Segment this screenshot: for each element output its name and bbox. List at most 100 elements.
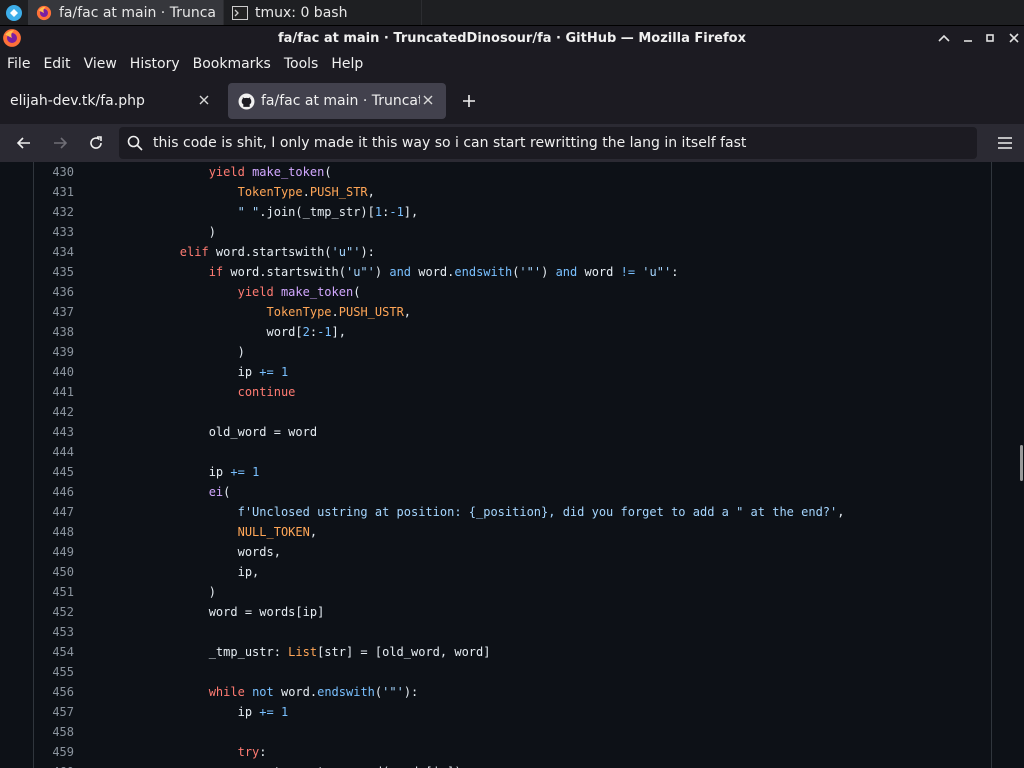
code-line: 433 ) [34,222,991,242]
line-number[interactable]: 439 [34,342,74,362]
window-shade-button[interactable] [932,26,956,50]
code-token: make_token [280,285,354,299]
menu-history[interactable]: History [130,56,187,72]
tab-label: elijah-dev.tk/fa.php [10,93,145,109]
line-number[interactable]: 433 [34,222,74,242]
code-token: 1 [252,465,260,479]
code-token: : [309,325,318,339]
line-number[interactable]: 454 [34,642,74,662]
code-token: , [403,305,412,319]
code-token: word.startswith( [208,245,332,259]
arrow-right-icon [54,137,68,149]
line-number[interactable]: 457 [34,702,74,722]
menu-edit[interactable]: Edit [43,56,77,72]
line-source: while not word.endswith('"'): [122,682,419,702]
taskbar-task-firefox[interactable]: fa/fac at main · Truncat... [28,0,224,25]
line-number[interactable]: 447 [34,502,74,522]
line-number[interactable]: 448 [34,522,74,542]
maximize-button[interactable] [978,26,1002,50]
address-bar[interactable] [119,127,977,159]
line-number[interactable]: 436 [34,282,74,302]
app-menu-button[interactable] [998,134,1012,149]
code-token: " " [237,205,260,219]
minimize-button[interactable] [956,26,980,50]
line-number[interactable]: 452 [34,602,74,622]
code-token: word.startswith( [223,265,346,279]
address-input[interactable] [153,135,963,151]
line-number[interactable]: 437 [34,302,74,322]
line-number[interactable]: 455 [34,662,74,682]
line-number[interactable]: 445 [34,462,74,482]
line-number[interactable]: 456 [34,682,74,702]
close-tab-button[interactable] [420,93,436,109]
new-tab-button[interactable] [454,86,484,116]
code-token: word = words[ip] [122,605,325,619]
code-token: : [259,745,267,759]
code-token: yield [237,285,274,299]
reload-button[interactable] [78,127,114,159]
line-source: if word.startswith('u"') and word.endswi… [122,262,679,282]
code-line: 448 NULL_TOKEN, [34,522,991,542]
taskbar-task-terminal[interactable]: tmux: 0 bash [224,0,422,25]
forward-button[interactable] [42,127,78,159]
line-number[interactable]: 458 [34,722,74,742]
line-number[interactable]: 432 [34,202,74,222]
scrollbar-thumb[interactable] [1020,445,1023,481]
line-source: ip, [122,562,260,582]
line-number[interactable]: 435 [34,262,74,282]
hamburger-icon [998,137,1012,149]
line-number[interactable]: 441 [34,382,74,402]
close-window-button[interactable] [1002,26,1024,50]
line-number[interactable]: 440 [34,362,74,382]
line-source: ) [122,222,216,242]
line-number[interactable]: 451 [34,582,74,602]
code-token: not [252,685,274,699]
code-token: 'u"' [642,265,672,279]
code-token: 1 [280,705,289,719]
menu-file[interactable]: File [7,56,37,72]
line-source: " ".join(_tmp_str)[1:-1], [122,202,419,222]
code-token: List [288,645,318,659]
line-number[interactable]: 459 [34,742,74,762]
back-button[interactable] [6,127,42,159]
line-number[interactable]: 430 [34,162,74,182]
line-number[interactable]: 444 [34,442,74,462]
menu-bookmarks[interactable]: Bookmarks [193,56,278,72]
code-token: ip [122,705,260,719]
line-number[interactable]: 431 [34,182,74,202]
code-token: += [259,365,274,379]
code-token: PUSH_STR [309,185,368,199]
menu-view[interactable]: View [84,56,124,72]
window-titlebar[interactable]: fa/fac at main · TruncatedDinosour/fa · … [0,26,1024,50]
close-tab-button[interactable] [196,93,212,109]
menu-tools[interactable]: Tools [284,56,326,72]
line-number[interactable]: 460 [34,762,74,768]
line-number[interactable]: 434 [34,242,74,262]
line-number[interactable]: 446 [34,482,74,502]
line-number[interactable]: 442 [34,402,74,422]
window-title: fa/fac at main · TruncatedDinosour/fa · … [278,30,746,46]
code-token: make_token [252,165,325,179]
launcher-button[interactable] [0,0,28,25]
code-line: 451 ) [34,582,991,602]
code-line: 442 [34,402,991,422]
line-source: try: [122,742,267,762]
code-line: 443 old_word = word [34,422,991,442]
code-line: 432 " ".join(_tmp_str)[1:-1], [34,202,991,222]
tab-github-fac[interactable]: fa/fac at main · TruncatedDinosour/fa [228,83,446,119]
line-number[interactable]: 443 [34,422,74,442]
code-token: ei [208,485,224,499]
menu-help[interactable]: Help [331,56,370,72]
line-number[interactable]: 438 [34,322,74,342]
line-number[interactable]: 450 [34,562,74,582]
line-number[interactable]: 449 [34,542,74,562]
tab-elijah-dev[interactable]: elijah-dev.tk/fa.php [0,83,222,119]
code-token: ip, [122,565,260,579]
line-number[interactable]: 453 [34,622,74,642]
